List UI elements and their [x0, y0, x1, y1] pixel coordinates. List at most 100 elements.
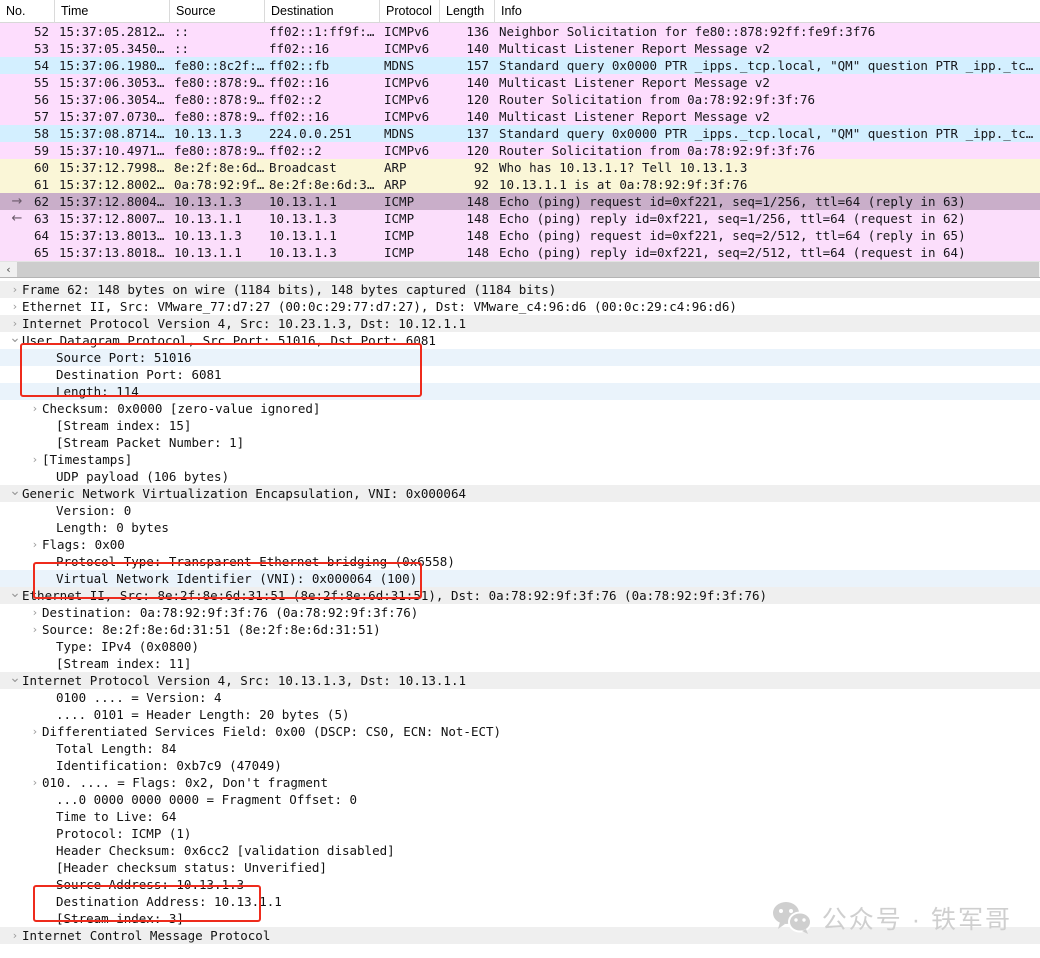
detail-tree-label: Length: 114: [56, 383, 139, 400]
detail-tree-label: Protocol Type: Transparent Ethernet brid…: [56, 553, 455, 570]
column-header-protocol[interactable]: Protocol: [380, 0, 440, 23]
packet-cell-info: Echo (ping) reply id=0xf221, seq=2/512, …: [495, 244, 1040, 261]
packet-row[interactable]: 5615:37:06.305416fe80::878:92…ff02::2ICM…: [0, 91, 1040, 108]
column-header-info[interactable]: Info: [495, 0, 1040, 23]
chevron-down-icon[interactable]: ⌄: [8, 587, 22, 599]
detail-tree-row[interactable]: ...0 0000 0000 0000 = Fragment Offset: 0: [0, 791, 1040, 808]
packet-cell-len: 140: [440, 108, 495, 125]
detail-tree-row[interactable]: ›010. .... = Flags: 0x2, Don't fragment: [0, 774, 1040, 791]
detail-tree-label: .... 0101 = Header Length: 20 bytes (5): [56, 706, 350, 723]
chevron-down-icon[interactable]: ⌄: [8, 332, 22, 344]
detail-tree-row[interactable]: ⌄Internet Protocol Version 4, Src: 10.13…: [0, 672, 1040, 689]
packet-row[interactable]: 5915:37:10.497188fe80::878:92…ff02::2ICM…: [0, 142, 1040, 159]
packet-row[interactable]: 6215:37:12.80048510.13.1.310.13.1.1ICMP1…: [0, 193, 1040, 210]
detail-tree-row[interactable]: ⌄Ethernet II, Src: 8e:2f:8e:6d:31:51 (8e…: [0, 587, 1040, 604]
detail-tree-row[interactable]: ⌄Generic Network Virtualization Encapsul…: [0, 485, 1040, 502]
detail-tree-row[interactable]: [Stream Packet Number: 1]: [0, 434, 1040, 451]
detail-tree-row[interactable]: Virtual Network Identifier (VNI): 0x0000…: [0, 570, 1040, 587]
detail-tree-row[interactable]: ›Internet Protocol Version 4, Src: 10.23…: [0, 315, 1040, 332]
chevron-down-icon[interactable]: ⌄: [8, 485, 22, 497]
detail-tree-row[interactable]: ›Flags: 0x00: [0, 536, 1040, 553]
packet-cell-proto: ARP: [380, 176, 440, 193]
column-header-destination[interactable]: Destination: [265, 0, 380, 23]
packet-row[interactable]: 6415:37:13.80136810.13.1.310.13.1.1ICMP1…: [0, 227, 1040, 244]
packet-row[interactable]: 5415:37:06.198048fe80::8c2f:8…ff02::fbMD…: [0, 57, 1040, 74]
detail-tree-row[interactable]: Source Address: 10.13.1.3: [0, 876, 1040, 893]
packet-cell-dst: 10.13.1.1: [265, 193, 380, 210]
packet-row[interactable]: 5715:37:07.073022fe80::878:92…ff02::16IC…: [0, 108, 1040, 125]
detail-tree-row[interactable]: Destination Address: 10.13.1.1: [0, 893, 1040, 910]
detail-tree-row[interactable]: ›Differentiated Services Field: 0x00 (DS…: [0, 723, 1040, 740]
chevron-right-icon[interactable]: ›: [28, 621, 42, 638]
detail-tree-row[interactable]: Destination Port: 6081: [0, 366, 1040, 383]
detail-tree-row[interactable]: Type: IPv4 (0x0800): [0, 638, 1040, 655]
packet-list-header: No. Time Source Destination Protocol Len…: [0, 0, 1040, 23]
detail-tree-row[interactable]: Protocol: ICMP (1): [0, 825, 1040, 842]
detail-tree-row[interactable]: ›Internet Control Message Protocol: [0, 927, 1040, 944]
packet-row[interactable]: 6115:37:12.8002980a:78:92:9f:…8e:2f:8e:6…: [0, 176, 1040, 193]
packet-detail-pane[interactable]: ›Frame 62: 148 bytes on wire (1184 bits)…: [0, 278, 1040, 944]
detail-tree-row[interactable]: Identification: 0xb7c9 (47049): [0, 757, 1040, 774]
detail-tree-row[interactable]: Total Length: 84: [0, 740, 1040, 757]
column-header-source[interactable]: Source: [170, 0, 265, 23]
packet-row[interactable]: 5315:37:05.345082::ff02::16ICMPv6140Mult…: [0, 40, 1040, 57]
detail-tree-row[interactable]: Header Checksum: 0x6cc2 [validation disa…: [0, 842, 1040, 859]
detail-tree-row[interactable]: [Header checksum status: Unverified]: [0, 859, 1040, 876]
detail-tree-row[interactable]: Version: 0: [0, 502, 1040, 519]
hscrollbar-thumb[interactable]: [17, 262, 1039, 277]
packet-row[interactable]: 6515:37:13.80184410.13.1.110.13.1.3ICMP1…: [0, 244, 1040, 261]
chevron-right-icon[interactable]: ›: [28, 723, 42, 740]
chevron-right-icon[interactable]: ›: [28, 451, 42, 468]
packet-list-hscrollbar[interactable]: ‹: [0, 261, 1040, 278]
detail-tree-row[interactable]: ›[Timestamps]: [0, 451, 1040, 468]
packet-cell-no: 65: [0, 244, 55, 261]
chevron-right-icon[interactable]: ›: [28, 536, 42, 553]
detail-tree-label: User Datagram Protocol, Src Port: 51016,…: [22, 332, 436, 349]
packet-row[interactable]: 5215:37:05.281208::ff02::1:ff9f:…ICMPv61…: [0, 23, 1040, 40]
detail-tree-label: Source Address: 10.13.1.3: [56, 876, 244, 893]
packet-cell-proto: ICMPv6: [380, 108, 440, 125]
column-header-length[interactable]: Length: [440, 0, 495, 23]
chevron-right-icon[interactable]: ›: [8, 298, 22, 315]
detail-tree-row[interactable]: .... 0101 = Header Length: 20 bytes (5): [0, 706, 1040, 723]
detail-tree-row[interactable]: 0100 .... = Version: 4: [0, 689, 1040, 706]
detail-tree-row[interactable]: UDP payload (106 bytes): [0, 468, 1040, 485]
detail-tree-row[interactable]: Length: 114: [0, 383, 1040, 400]
packet-cell-dst: ff02::2: [265, 142, 380, 159]
packet-list-pane[interactable]: No. Time Source Destination Protocol Len…: [0, 0, 1040, 278]
packet-detail-tree[interactable]: ›Frame 62: 148 bytes on wire (1184 bits)…: [0, 281, 1040, 944]
packet-list-body[interactable]: 5215:37:05.281208::ff02::1:ff9f:…ICMPv61…: [0, 23, 1040, 261]
detail-tree-row[interactable]: Time to Live: 64: [0, 808, 1040, 825]
detail-tree-row[interactable]: Protocol Type: Transparent Ethernet brid…: [0, 553, 1040, 570]
detail-tree-row[interactable]: Length: 0 bytes: [0, 519, 1040, 536]
chevron-right-icon[interactable]: ›: [28, 400, 42, 417]
packet-cell-src: 10.13.1.3: [170, 125, 265, 142]
chevron-right-icon[interactable]: ›: [28, 604, 42, 621]
detail-tree-row[interactable]: ›Ethernet II, Src: VMware_77:d7:27 (00:0…: [0, 298, 1040, 315]
chevron-right-icon[interactable]: ›: [28, 774, 42, 791]
packet-row[interactable]: 6315:37:12.80070510.13.1.110.13.1.3ICMP1…: [0, 210, 1040, 227]
column-header-no[interactable]: No.: [0, 0, 55, 23]
detail-tree-row[interactable]: ›Source: 8e:2f:8e:6d:31:51 (8e:2f:8e:6d:…: [0, 621, 1040, 638]
detail-tree-row[interactable]: [Stream index: 11]: [0, 655, 1040, 672]
chevron-right-icon[interactable]: ›: [8, 281, 22, 298]
chevron-down-icon[interactable]: ⌄: [8, 672, 22, 684]
packet-cell-info: Router Solicitation from 0a:78:92:9f:3f:…: [495, 91, 1040, 108]
detail-tree-label: Internet Protocol Version 4, Src: 10.23.…: [22, 315, 466, 332]
chevron-right-icon[interactable]: ›: [8, 927, 22, 944]
detail-tree-row[interactable]: Source Port: 51016: [0, 349, 1040, 366]
detail-tree-row[interactable]: [Stream index: 15]: [0, 417, 1040, 434]
detail-tree-row[interactable]: ⌄User Datagram Protocol, Src Port: 51016…: [0, 332, 1040, 349]
detail-tree-row[interactable]: [Stream index: 3]: [0, 910, 1040, 927]
packet-row[interactable]: 5515:37:06.305392fe80::878:92…ff02::16IC…: [0, 74, 1040, 91]
detail-tree-row[interactable]: ›Checksum: 0x0000 [zero-value ignored]: [0, 400, 1040, 417]
packet-cell-info: 10.13.1.1 is at 0a:78:92:9f:3f:76: [495, 176, 1040, 193]
packet-cell-dst: Broadcast: [265, 159, 380, 176]
packet-row[interactable]: 6015:37:12.7998898e:2f:8e:6d:…BroadcastA…: [0, 159, 1040, 176]
detail-tree-row[interactable]: ›Destination: 0a:78:92:9f:3f:76 (0a:78:9…: [0, 604, 1040, 621]
detail-tree-row[interactable]: ›Frame 62: 148 bytes on wire (1184 bits)…: [0, 281, 1040, 298]
scroll-left-arrow-icon[interactable]: ‹: [0, 262, 17, 277]
column-header-time[interactable]: Time: [55, 0, 170, 23]
packet-row[interactable]: 5815:37:08.87141810.13.1.3224.0.0.251MDN…: [0, 125, 1040, 142]
packet-cell-no: 60: [0, 159, 55, 176]
